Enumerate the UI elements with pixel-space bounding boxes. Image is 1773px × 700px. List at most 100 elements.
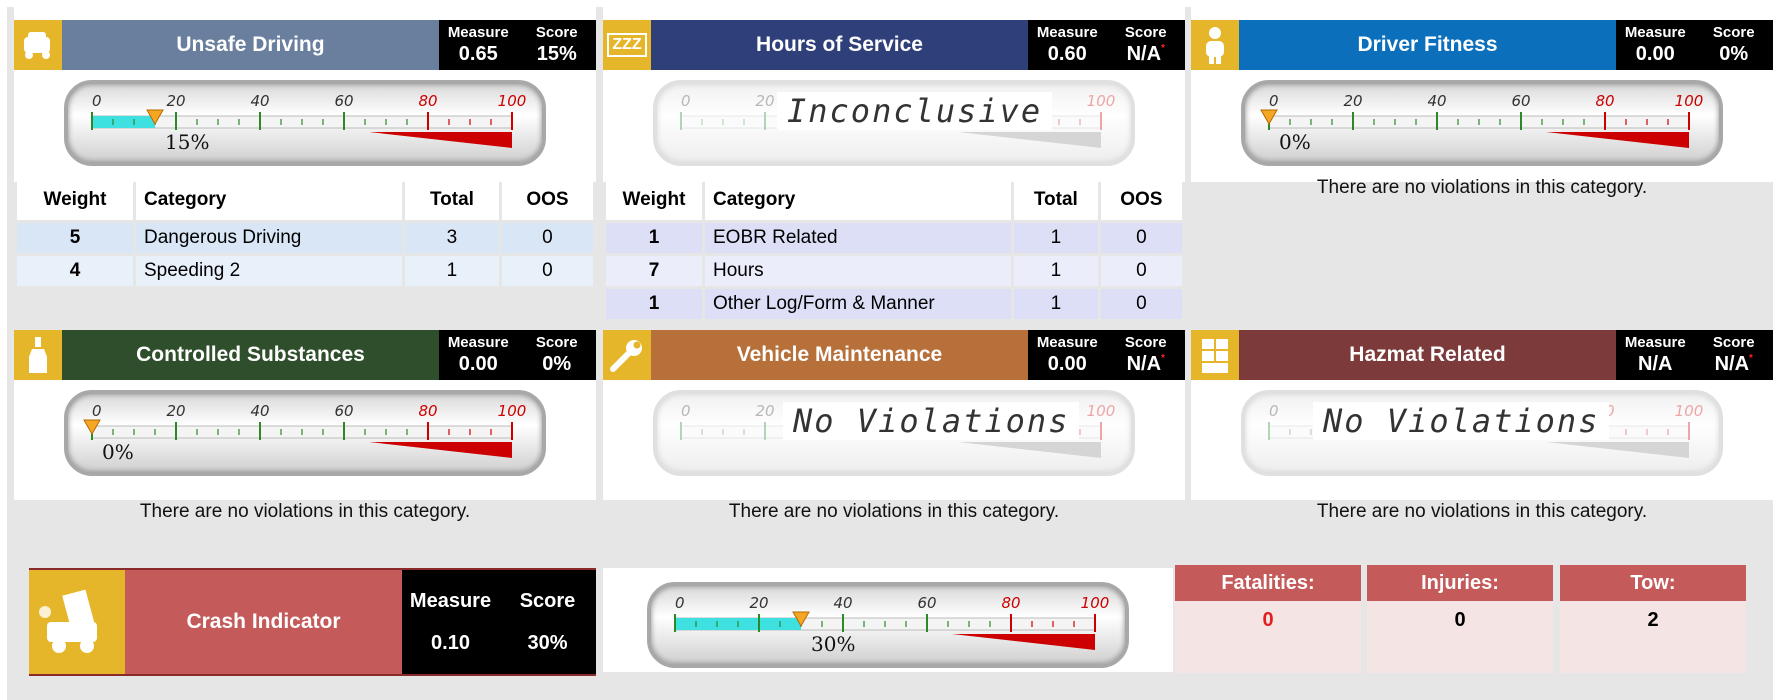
unsafe-driving-header: Unsafe Driving Measure 0.65 Score 15% [14, 20, 596, 70]
gauge-tick-label: 40 [833, 594, 852, 612]
tow-stat: Tow: 2 [1560, 565, 1746, 673]
wrench-icon [603, 330, 651, 380]
card-title: Hours of Service [651, 20, 1028, 70]
row-oos: 0 [501, 256, 593, 286]
measure-value: 0.00 [458, 353, 498, 375]
gauge-tick-label: 100 [498, 402, 527, 420]
no-violations-note: There are no violations in this category… [1316, 501, 1648, 522]
score-footnote-marker: * [1161, 353, 1165, 364]
unsafe-driving-gauge: 0 20 40 60 80 100 15% [64, 80, 546, 166]
row-category: Speeding 2 [136, 256, 402, 286]
col-category: Category [136, 179, 402, 220]
row-total: 1 [1014, 256, 1098, 286]
gauge-risk-wedge [1546, 442, 1689, 458]
crash-indicator-gauge-panel: 0 20 40 60 80 100 30% [603, 568, 1173, 672]
person-icon [1191, 20, 1239, 70]
score-value: 30% [527, 631, 568, 654]
measure-label: Measure [1624, 24, 1686, 41]
table-row: 1 Other Log/Form & Manner 1 0 [606, 289, 1182, 319]
row-weight: 1 [606, 289, 702, 319]
score-value: N/A [1126, 353, 1162, 375]
col-weight: Weight [606, 179, 702, 220]
row-oos: 0 [1100, 289, 1182, 319]
gauge-risk-wedge [369, 132, 512, 148]
dashboard-background: Unsafe Driving Measure 0.65 Score 15% 0 20 4… [7, 7, 1773, 700]
row-category: EOBR Related [705, 223, 1011, 253]
gauge-tick-label: 0 [681, 92, 691, 110]
card-hours-of-service: ZZZ Hours of Service Measure 0.60 Score N/… [603, 7, 1185, 182]
row-oos: 0 [1100, 256, 1182, 286]
measure-label: Measure [1624, 334, 1686, 351]
gauge-readout: 30% [811, 632, 855, 656]
fatalities-label: Fatalities: [1175, 565, 1361, 601]
table-row: 5 Dangerous Driving 3 0 [17, 223, 593, 253]
gauge-tick-label: 0 [675, 594, 685, 612]
gauge-tick-label: 60 [334, 92, 353, 110]
measure-value: 0.00 [1635, 43, 1675, 65]
gauge-tick-label: 20 [166, 402, 185, 420]
col-total: Total [405, 179, 499, 220]
row-weight: 7 [606, 256, 702, 286]
card-driver-fitness: Driver Fitness Measure 0.00 Score 0% 0 20 40… [1191, 7, 1773, 182]
table-row: 1 EOBR Related 1 0 [606, 223, 1182, 253]
score-value: 0% [542, 353, 572, 375]
col-total: Total [1014, 179, 1098, 220]
table-row: 4 Speeding 2 1 0 [17, 256, 593, 286]
gauge-tick-label: 60 [917, 594, 936, 612]
gauge-tick-label: 100 [1675, 92, 1704, 110]
no-violations-note: There are no violations in this category… [728, 501, 1060, 522]
fatalities-stat: Fatalities: 0 [1175, 565, 1361, 673]
measure-label: Measure [1036, 24, 1098, 41]
score-footnote-marker: * [1161, 43, 1165, 54]
score-value: N/A [1126, 43, 1162, 65]
gauge-fill-bar [92, 116, 155, 128]
gauge-tick-label: 100 [498, 92, 527, 110]
gauge-tick-label: 80 [1001, 594, 1020, 612]
card-title: Hazmat Related [1239, 330, 1616, 380]
measure-label: Measure [1036, 334, 1098, 351]
gauge-tick-label: 60 [334, 402, 353, 420]
gauge-risk-wedge [1546, 132, 1689, 148]
col-oos: OOS [501, 179, 593, 220]
gauge-tick-label: 0 [92, 402, 102, 420]
tow-label: Tow: [1560, 565, 1746, 601]
row-weight: 1 [606, 223, 702, 253]
gauge-risk-wedge [952, 634, 1095, 650]
gauge-tick-label: 20 [166, 92, 185, 110]
gauge-tick-label: 20 [755, 92, 774, 110]
row-oos: 0 [501, 223, 593, 253]
bottle-icon [14, 330, 62, 380]
gauge-tick-label: 80 [418, 92, 437, 110]
measure-label: Measure [409, 589, 492, 612]
card-title: Driver Fitness [1239, 20, 1616, 70]
col-oos: OOS [1100, 179, 1182, 220]
row-category: Dangerous Driving [136, 223, 402, 253]
card-unsafe-driving: Unsafe Driving Measure 0.65 Score 15% 0 20 4… [14, 7, 596, 182]
score-label: Score [535, 24, 578, 41]
measure-label: Measure [447, 334, 509, 351]
tow-value: 2 [1647, 609, 1659, 631]
row-weight: 4 [17, 256, 133, 286]
card-title: Controlled Substances [62, 330, 439, 380]
gauge-tick-label: 100 [1081, 594, 1110, 612]
row-weight: 5 [17, 223, 133, 253]
gauge-readout: 15% [165, 130, 209, 154]
row-total: 1 [1014, 223, 1098, 253]
no-violations-note: There are no violations in this category… [139, 501, 471, 522]
card-vehicle-maintenance: Vehicle Maintenance Measure 0.00 Score N/A… [603, 330, 1185, 500]
unsafe-driving-violations-table: Weight Category Total OOS 5 Dangerous Dr… [14, 176, 596, 289]
card-title: Vehicle Maintenance [651, 330, 1028, 380]
car-crash-icon [14, 20, 62, 70]
gauge-tick-label: 100 [1087, 92, 1116, 110]
crash-indicator-gauge: 0 20 40 60 80 100 30% [647, 582, 1129, 668]
table-row: 7 Hours 1 0 [606, 256, 1182, 286]
gauge-tick-label: 80 [418, 402, 437, 420]
gauge-tick-label: 0 [1269, 402, 1279, 420]
truck-crash-icon [29, 570, 125, 674]
measure-label: Measure [447, 24, 509, 41]
card-title: Crash Indicator [186, 610, 341, 633]
card-hazmat-related: Hazmat Related MeasureN/A ScoreN/A* 0204… [1191, 330, 1773, 500]
gauge-risk-wedge [369, 442, 512, 458]
gauge-readout: 0% [1279, 130, 1311, 154]
score-value: N/A [1714, 353, 1750, 375]
